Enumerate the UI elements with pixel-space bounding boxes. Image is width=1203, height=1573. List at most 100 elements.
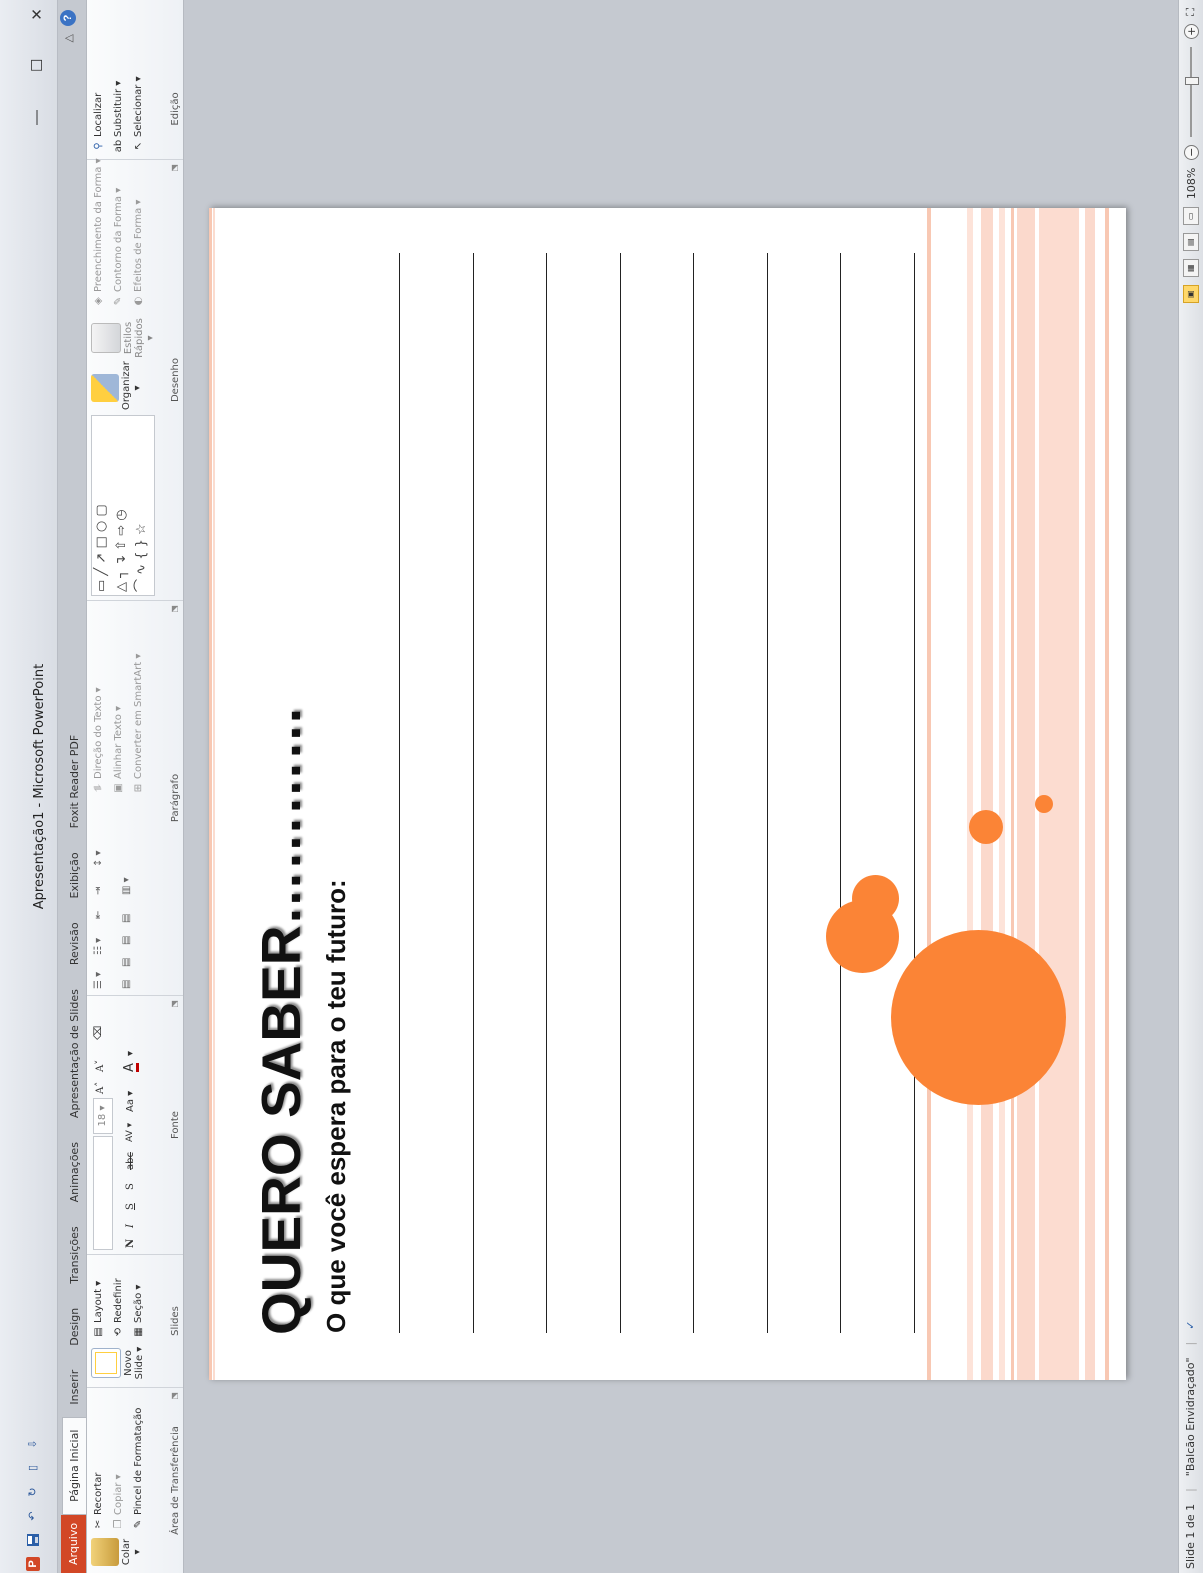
- shape-outline-button[interactable]: ✎Contorno da Forma ▾: [113, 188, 124, 308]
- increase-indent-icon[interactable]: ⇥: [93, 887, 104, 895]
- section-button[interactable]: ▦Seção ▾: [133, 1285, 144, 1339]
- freeform-shape-icon[interactable]: ∿: [134, 564, 149, 575]
- shape-fill-button[interactable]: ◈Preenchimento da Forma ▾: [93, 158, 104, 308]
- copy-button[interactable]: ❐Copiar ▾: [113, 1474, 124, 1531]
- dialog-launcher-icon[interactable]: ⬔: [170, 1000, 179, 1008]
- shape-effects-button[interactable]: ◐Efeitos de Forma ▾: [133, 200, 144, 308]
- shadow-button[interactable]: S: [125, 1183, 136, 1190]
- zoom-slider-thumb[interactable]: [1185, 76, 1199, 85]
- minimize-ribbon-icon[interactable]: △: [62, 34, 75, 42]
- slideshow-button[interactable]: ▭: [1183, 207, 1199, 226]
- align-right-icon[interactable]: ▤: [121, 936, 132, 945]
- tab-revisao[interactable]: Revisão: [63, 910, 87, 977]
- find-button[interactable]: ⚲ Localizar: [93, 93, 104, 153]
- dialog-launcher-icon[interactable]: ⬔: [170, 605, 179, 613]
- bold-button[interactable]: N: [125, 1239, 136, 1248]
- connector-shape-icon[interactable]: ↴: [114, 555, 129, 566]
- shapes-gallery[interactable]: ▭ ╱ ↗ □ ○ ▢ △ ┐ ↴ ⇧ ⇨ ◷ ⌒ ∿ { } ☆: [91, 415, 155, 596]
- tab-foxit-reader-pdf[interactable]: Foxit Reader PDF: [63, 723, 87, 841]
- tab-transicoes[interactable]: Transições: [63, 1214, 87, 1295]
- align-left-icon[interactable]: ▤: [121, 980, 132, 989]
- curve-shape-icon[interactable]: ⌒: [134, 579, 149, 592]
- tab-inserir[interactable]: Inserir: [63, 1358, 87, 1417]
- quick-styles-button[interactable]: Estilos Rápidos ▾: [91, 316, 156, 360]
- slide-sorter-button[interactable]: ▦: [1183, 259, 1199, 278]
- minimize-button[interactable]: —: [28, 110, 46, 125]
- dialog-launcher-icon[interactable]: ⬔: [170, 1392, 179, 1400]
- arrow-shape-icon[interactable]: ↗: [94, 553, 109, 564]
- up-arrow-shape-icon[interactable]: ⇧: [114, 540, 129, 551]
- layout-button[interactable]: ▤Layout ▾: [93, 1281, 104, 1339]
- callout-shape-icon[interactable]: ◷: [114, 509, 129, 520]
- bottom-band: [999, 208, 1005, 1380]
- strikethrough-button[interactable]: abc: [125, 1152, 136, 1170]
- zoom-in-button[interactable]: +: [1183, 23, 1199, 39]
- font-color-dropdown-icon[interactable]: ▾: [125, 1051, 136, 1056]
- normal-view-button[interactable]: ▣: [1183, 285, 1199, 304]
- zoom-percent[interactable]: 108%: [1185, 168, 1198, 199]
- help-icon[interactable]: ?: [60, 10, 76, 26]
- paste-button[interactable]: Colar ▾: [91, 1535, 143, 1569]
- grow-font-button[interactable]: A˄: [95, 1082, 106, 1094]
- rounded-rect-shape-icon[interactable]: ▢: [94, 504, 109, 516]
- font-size-combo[interactable]: 18 ▾: [93, 1098, 113, 1134]
- right-arrow-shape-icon[interactable]: ⇨: [114, 525, 129, 536]
- bottom-band: [1017, 208, 1035, 1380]
- bullets-icon[interactable]: ☰ ▾: [93, 972, 104, 989]
- line-shape-icon[interactable]: ╱: [94, 568, 109, 576]
- dialog-launcher-icon[interactable]: ⬔: [170, 164, 179, 172]
- columns-icon[interactable]: ▥ ▾: [121, 877, 132, 895]
- font-color-button[interactable]: A: [122, 1063, 139, 1072]
- font-name-combo[interactable]: [93, 1136, 113, 1250]
- character-spacing-button[interactable]: AV ▾: [125, 1123, 135, 1142]
- zoom-slider[interactable]: [1185, 46, 1199, 137]
- slide-canvas[interactable]: QUERO SABER………… O que você espera para o…: [209, 208, 1126, 1380]
- tab-pagina-inicial[interactable]: Página Inicial: [62, 1416, 87, 1515]
- spell-check-icon[interactable]: ✓: [1184, 1321, 1197, 1330]
- cut-button[interactable]: ✂ Recortar: [93, 1472, 104, 1531]
- justify-icon[interactable]: ▤: [121, 914, 132, 923]
- brace-shape-icon[interactable]: {: [134, 552, 149, 560]
- triangle-shape-icon[interactable]: △: [114, 582, 129, 592]
- format-painter-button[interactable]: ✎ Pincel de Formatação: [133, 1408, 144, 1531]
- oval-shape-icon[interactable]: ○: [94, 521, 109, 532]
- shrink-font-button[interactable]: A˅: [95, 1060, 106, 1072]
- line-spacing-icon[interactable]: ↕ ▾: [93, 850, 104, 867]
- convert-smartart-button[interactable]: ⊞Converter em SmartArt ▾: [133, 654, 144, 795]
- close-button[interactable]: ✕: [28, 8, 46, 21]
- text-box-shape-icon[interactable]: ▭: [94, 580, 109, 592]
- slide-subtitle[interactable]: O que você espera para o teu futuro:: [321, 879, 352, 1333]
- section-icon: ▦: [133, 1327, 144, 1337]
- tab-apresentacao-de-slides[interactable]: Apresentação de Slides: [63, 977, 87, 1130]
- bracket-shape-icon[interactable]: }: [134, 539, 149, 547]
- maximize-button[interactable]: ☐: [28, 59, 46, 72]
- slide-title[interactable]: QUERO SABER…………: [249, 706, 313, 1336]
- tab-design[interactable]: Design: [63, 1296, 87, 1358]
- align-center-icon[interactable]: ▤: [121, 958, 132, 967]
- new-slide-button[interactable]: Novo Slide ▾: [91, 1343, 145, 1383]
- tab-animacoes[interactable]: Animações: [63, 1130, 87, 1214]
- zoom-out-button[interactable]: −: [1183, 144, 1199, 160]
- reading-view-button[interactable]: ▤: [1183, 233, 1199, 252]
- text-direction-button[interactable]: ⥮Direção do Texto ▾: [93, 687, 104, 795]
- elbow-shape-icon[interactable]: ┐: [114, 570, 129, 578]
- align-text-button[interactable]: ▣Alinhar Texto ▾: [113, 706, 124, 795]
- layout-label: Layout: [93, 1289, 104, 1323]
- numbering-icon[interactable]: ☷ ▾: [93, 938, 104, 955]
- select-button[interactable]: ↖Selecionar ▾: [133, 76, 144, 153]
- rectangle-shape-icon[interactable]: □: [94, 536, 109, 548]
- reset-button[interactable]: ⟲ Redefinir: [113, 1278, 124, 1339]
- arrange-button[interactable]: Organizar ▾: [91, 361, 143, 410]
- star-shape-icon[interactable]: ☆: [134, 523, 149, 535]
- clear-formatting-icon[interactable]: ⌫: [93, 1026, 104, 1040]
- tab-arquivo[interactable]: Arquivo: [61, 1514, 87, 1573]
- bottom-band: [981, 208, 993, 1380]
- theme-name[interactable]: "Balcão Envidraçado": [1184, 1357, 1197, 1476]
- decrease-indent-icon[interactable]: ⇤: [93, 911, 104, 919]
- fit-to-window-icon[interactable]: ⛶: [1184, 8, 1198, 16]
- tab-exibicao[interactable]: Exibição: [63, 840, 87, 910]
- underline-button[interactable]: S: [125, 1203, 136, 1210]
- replace-button[interactable]: abSubstituir ▾: [113, 81, 124, 153]
- change-case-button[interactable]: Aa ▾: [125, 1091, 136, 1112]
- italic-button[interactable]: I: [125, 1224, 136, 1228]
